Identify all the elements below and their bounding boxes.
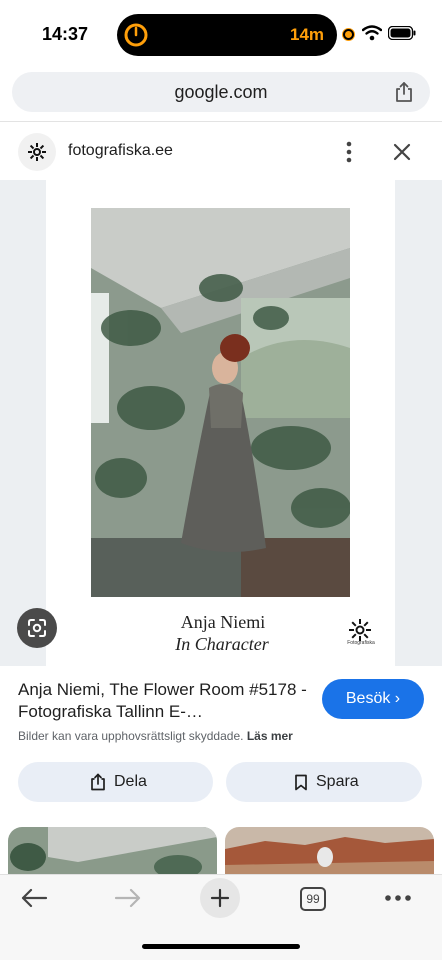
status-time: 14:37 (42, 24, 89, 44)
more-options-icon[interactable] (345, 141, 353, 163)
copyright-notice: Bilder kan vara upphovsrättsligt skyddad… (18, 729, 293, 743)
bookmark-icon (295, 774, 307, 790)
plus-icon (210, 888, 230, 908)
visit-button[interactable]: Besök › (322, 679, 424, 719)
forward-arrow-icon[interactable] (114, 888, 142, 908)
share-button[interactable]: Dela (18, 762, 213, 802)
share-icon[interactable] (394, 81, 414, 103)
copyright-text: Bilder kan vara upphovsrättsligt skyddad… (18, 729, 244, 743)
recording-indicator-icon (343, 29, 354, 40)
poster-artist-name: Anja Niemi (180, 612, 266, 632)
home-indicator[interactable] (142, 944, 300, 949)
more-menu-icon[interactable] (384, 894, 412, 902)
address-bar-url[interactable]: google.com (0, 82, 442, 103)
close-icon[interactable] (393, 143, 411, 161)
battery-icon (388, 26, 416, 40)
save-button-label: Spara (316, 773, 359, 790)
related-image-thumbnail[interactable] (8, 827, 217, 877)
snowflake-logo-icon (28, 143, 46, 161)
save-button[interactable]: Spara (226, 762, 422, 802)
poster-photo[interactable] (91, 208, 350, 597)
divider (0, 121, 442, 122)
site-logo[interactable] (18, 133, 56, 171)
result-title[interactable]: Anja Niemi, The Flower Room #5178 - Foto… (18, 679, 308, 723)
wifi-icon (362, 25, 382, 41)
visit-button-label: Besök (345, 690, 391, 707)
poster-exhibition-title: In Character (175, 634, 269, 654)
timer-icon (124, 23, 148, 47)
learn-more-link[interactable]: Läs mer (247, 729, 293, 743)
new-tab-button[interactable] (200, 878, 240, 918)
site-name[interactable]: fotografiska.ee (68, 142, 173, 160)
chevron-right-icon: › (394, 690, 401, 707)
tab-switcher-button[interactable]: 99 (300, 887, 326, 911)
poster-logo-text: Fotografiska (347, 640, 375, 646)
share-button-label: Dela (114, 773, 147, 790)
related-image-thumbnail[interactable] (225, 827, 434, 877)
activity-duration: 14m (290, 25, 325, 44)
lens-icon (28, 619, 46, 637)
fotografiska-logo-icon (349, 619, 371, 641)
back-arrow-icon[interactable] (20, 888, 48, 908)
share-icon (91, 773, 105, 791)
lens-search-button[interactable] (17, 608, 57, 648)
